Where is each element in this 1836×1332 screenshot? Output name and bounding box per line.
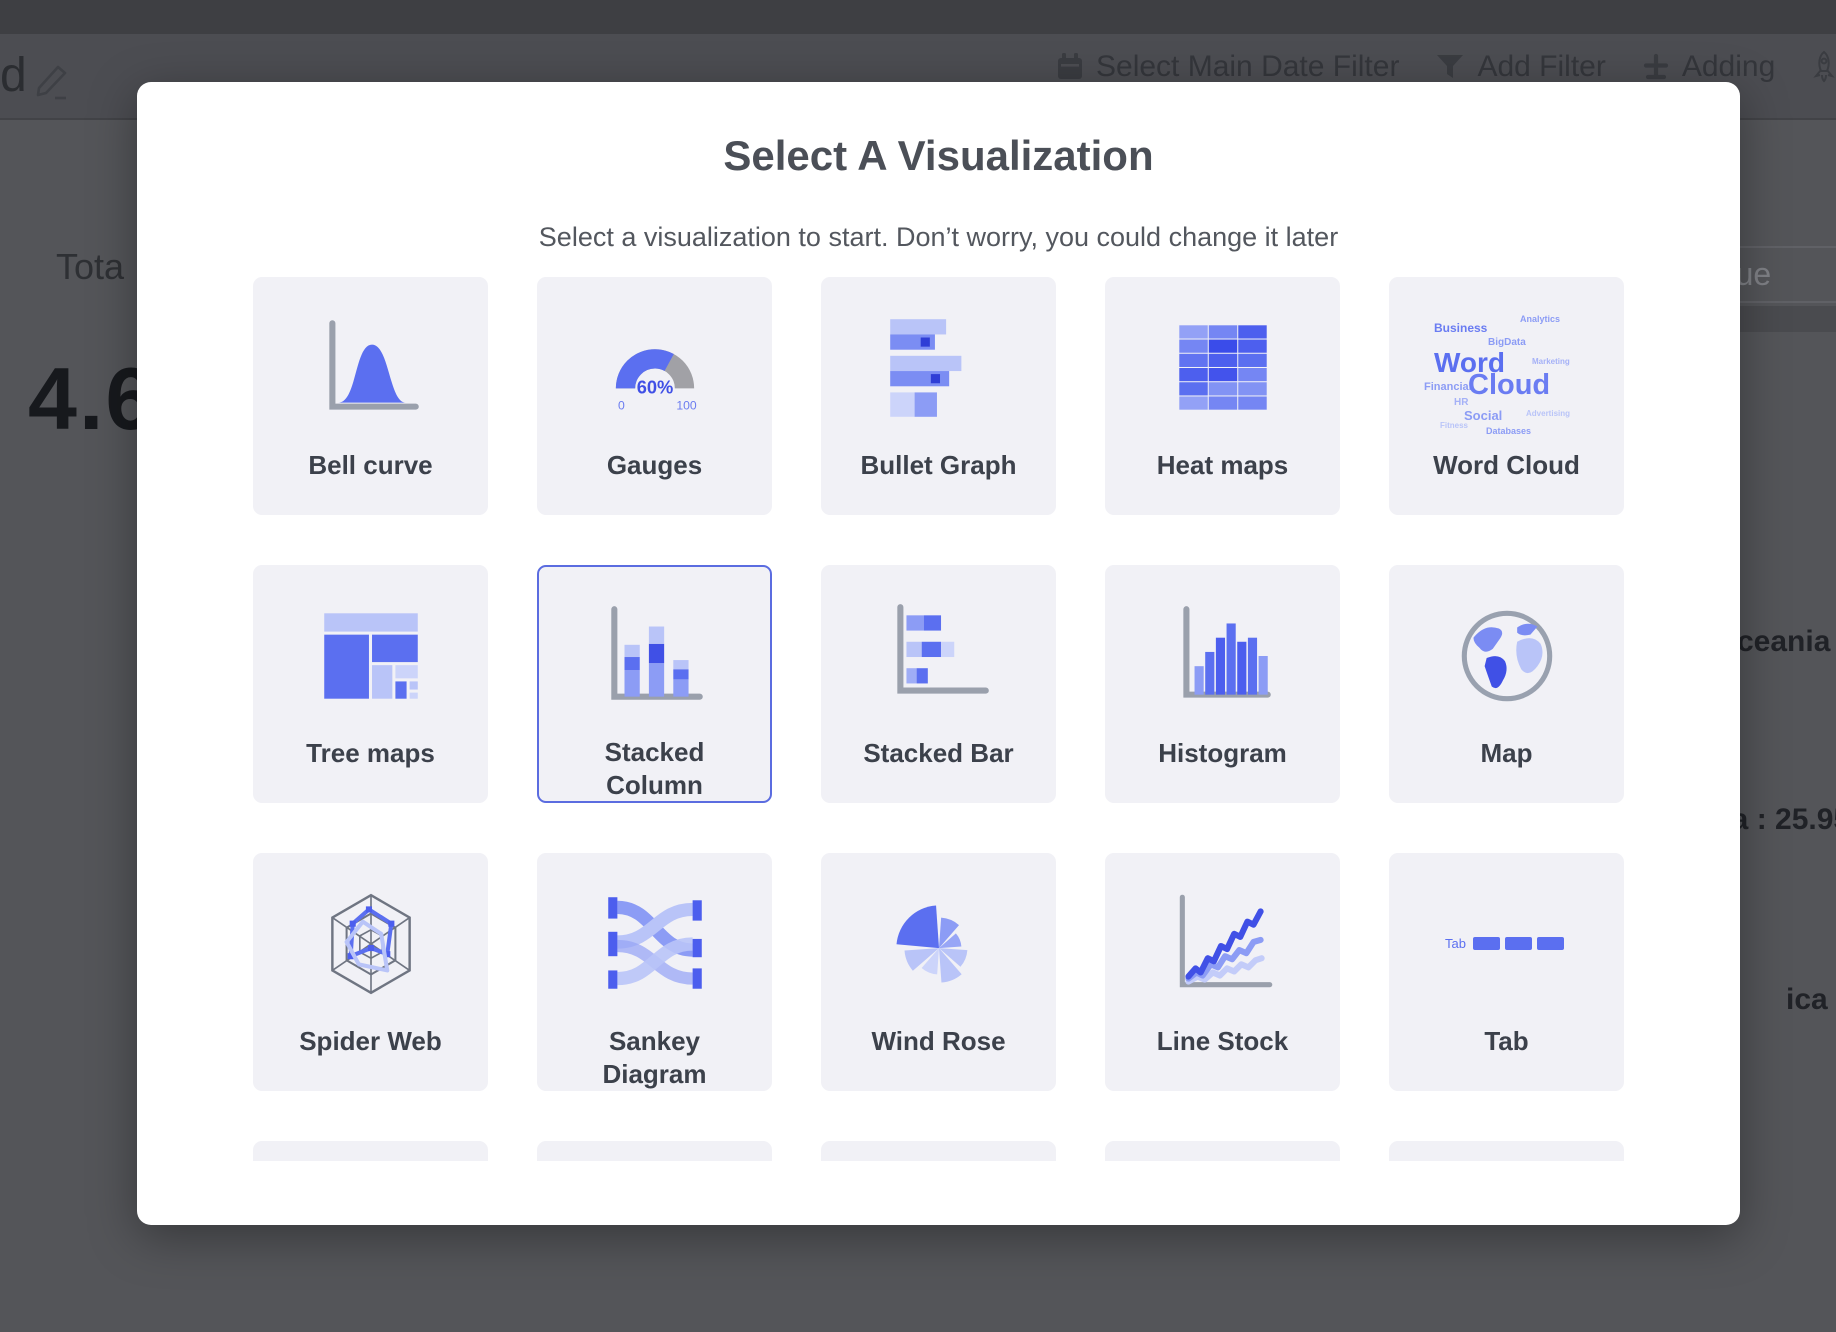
viz-card-stub[interactable] xyxy=(821,1141,1056,1161)
stacked-column-icon xyxy=(594,595,716,722)
viz-card-sankey-diagram[interactable]: Sankey Diagram xyxy=(537,853,772,1091)
histogram-icon xyxy=(1162,595,1284,722)
word-cloud-word: Fitness xyxy=(1440,421,1468,430)
backdrop-toolbar: Select Main Date Filter Add Filter Addin… xyxy=(1056,50,1836,84)
viz-card-label: Word Cloud xyxy=(1433,449,1580,482)
select-main-date-filter-button[interactable]: Select Main Date Filter xyxy=(1096,50,1399,84)
viz-card-tab[interactable]: Tab Tab xyxy=(1389,853,1624,1091)
word-cloud-word: Databases xyxy=(1486,426,1531,436)
add-filter-button[interactable]: Add Filter xyxy=(1477,50,1605,84)
dashboard-title-fragment: d xyxy=(0,48,27,103)
word-cloud-word: Marketing xyxy=(1532,357,1570,366)
tab-icon: Tab xyxy=(1437,883,1577,1010)
spider-web-icon xyxy=(310,883,432,1010)
viz-card-line-stock[interactable]: Line Stock xyxy=(1105,853,1340,1091)
rocket-icon[interactable] xyxy=(1811,50,1836,84)
viz-card-label: Tree maps xyxy=(306,737,435,770)
wind-rose-icon xyxy=(878,883,1000,1010)
viz-card-label: Bullet Graph xyxy=(860,449,1016,482)
viz-card-bell-curve[interactable]: Bell curve xyxy=(253,277,488,515)
viz-card-histogram[interactable]: Histogram xyxy=(1105,565,1340,803)
backdrop-legend-oceania: ceania : 8 xyxy=(1737,625,1836,659)
line-stock-icon xyxy=(1162,883,1284,1010)
visualization-cards-grid: Bell curve 60% 0 100 Gauges xyxy=(253,277,1624,1161)
word-cloud-word: Advertising xyxy=(1526,409,1570,418)
backdrop-metric-label: Tota xyxy=(56,246,124,288)
viz-card-stub[interactable] xyxy=(1389,1141,1624,1161)
adding-button[interactable]: Adding xyxy=(1682,50,1775,84)
stacked-bar-icon xyxy=(878,595,1000,722)
word-cloud-word: Financial xyxy=(1424,381,1472,393)
modal-title: Select A Visualization xyxy=(137,132,1740,180)
viz-card-gauges[interactable]: 60% 0 100 Gauges xyxy=(537,277,772,515)
viz-card-spider-web[interactable]: Spider Web xyxy=(253,853,488,1091)
screen: { "backdrop": { "window_title_fragment":… xyxy=(0,0,1836,1332)
viz-card-map[interactable]: Map xyxy=(1389,565,1624,803)
word-cloud-word: Social xyxy=(1464,408,1502,423)
viz-card-stacked-bar[interactable]: Stacked Bar xyxy=(821,565,1056,803)
viz-card-label: Tab xyxy=(1484,1025,1528,1058)
viz-card-bullet-graph[interactable]: Bullet Graph xyxy=(821,277,1056,515)
edit-pencil-icon[interactable] xyxy=(32,60,72,107)
viz-card-heat-maps[interactable]: Heat maps xyxy=(1105,277,1340,515)
viz-card-label: Sankey Diagram xyxy=(566,1025,744,1090)
viz-card-label: Map xyxy=(1481,737,1533,770)
gauge-icon: 60% 0 100 xyxy=(594,307,716,434)
viz-card-label: Stacked Column xyxy=(566,736,744,801)
viz-card-wind-rose[interactable]: Wind Rose xyxy=(821,853,1056,1091)
gauge-min: 0 xyxy=(618,398,625,412)
word-cloud-word: Cloud xyxy=(1468,369,1550,402)
viz-card-label: Bell curve xyxy=(308,449,432,482)
viz-card-stacked-column[interactable]: Stacked Column xyxy=(537,565,772,803)
heat-map-icon xyxy=(1162,307,1284,434)
word-cloud-icon: Business Analytics BigData Word Marketin… xyxy=(1424,305,1589,435)
gauge-max: 100 xyxy=(676,398,697,412)
word-cloud-word: Business xyxy=(1434,321,1487,335)
backdrop-top-band xyxy=(0,0,1836,34)
viz-card-label: Wind Rose xyxy=(871,1025,1005,1058)
viz-card-label: Gauges xyxy=(607,449,702,482)
tab-icon-label: Tab xyxy=(1445,936,1466,951)
bullet-graph-icon xyxy=(878,307,1000,434)
viz-card-stub[interactable] xyxy=(253,1141,488,1161)
word-cloud-word: Analytics xyxy=(1520,314,1560,324)
viz-card-stub[interactable] xyxy=(1105,1141,1340,1161)
globe-map-icon xyxy=(1446,595,1568,722)
bell-curve-icon xyxy=(310,307,432,434)
modal-subtitle: Select a visualization to start. Don’t w… xyxy=(137,222,1740,253)
tree-map-icon xyxy=(310,595,432,722)
viz-card-label: Line Stock xyxy=(1157,1025,1288,1058)
viz-card-tree-maps[interactable]: Tree maps xyxy=(253,565,488,803)
viz-card-label: Heat maps xyxy=(1157,449,1289,482)
viz-card-label: Histogram xyxy=(1158,737,1287,770)
viz-card-label: Spider Web xyxy=(299,1025,442,1058)
sankey-diagram-icon xyxy=(594,883,716,1010)
viz-card-label: Stacked Bar xyxy=(863,737,1013,770)
select-visualization-modal: Select A Visualization Select a visualiz… xyxy=(137,82,1740,1225)
word-cloud-word: HR xyxy=(1454,397,1468,408)
gauge-value: 60% xyxy=(636,376,673,397)
calendar-icon[interactable] xyxy=(1056,52,1084,82)
viz-card-stub[interactable] xyxy=(537,1141,772,1161)
viz-card-word-cloud[interactable]: Business Analytics BigData Word Marketin… xyxy=(1389,277,1624,515)
backdrop-legend-africa: ica xyxy=(1786,983,1828,1017)
filter-funnel-icon[interactable] xyxy=(1435,53,1465,81)
plus-icon[interactable] xyxy=(1642,53,1670,81)
